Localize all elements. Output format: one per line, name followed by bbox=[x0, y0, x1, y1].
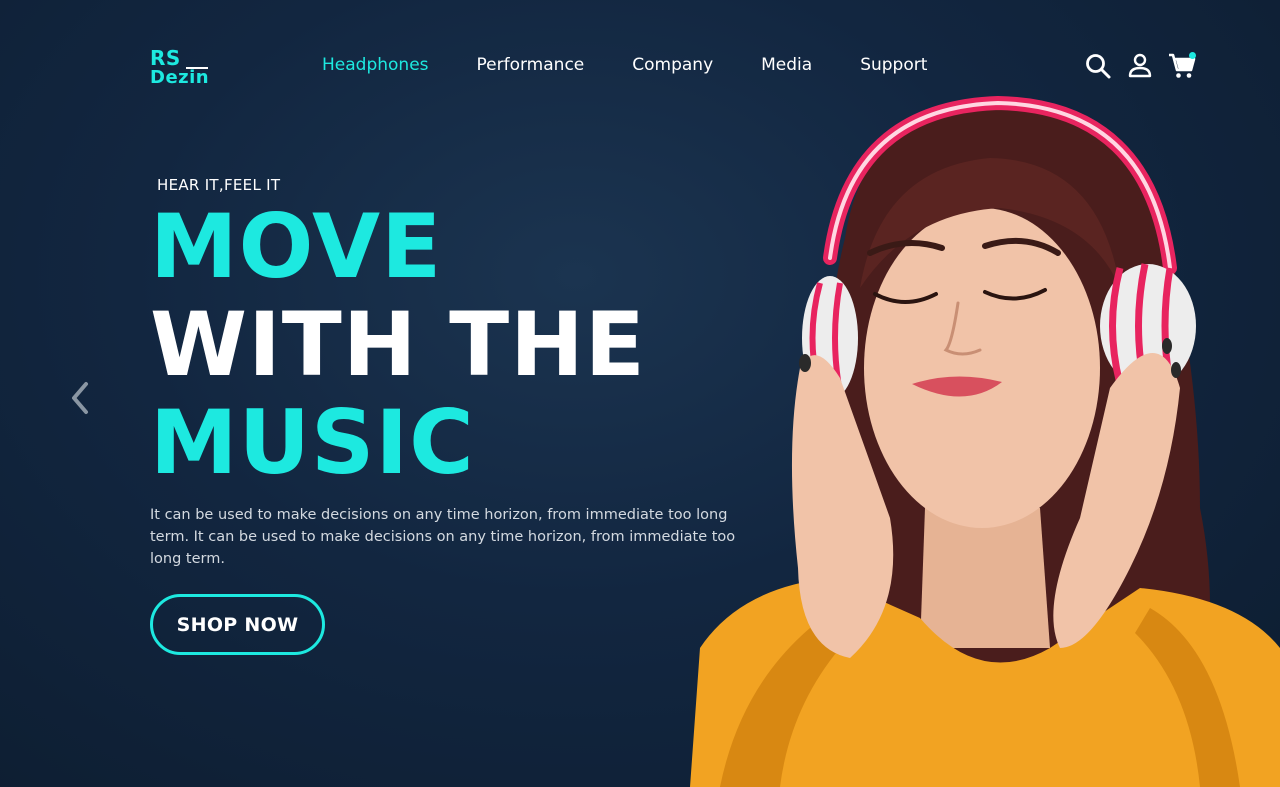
shop-now-button[interactable]: SHOP NOW bbox=[150, 594, 325, 655]
nav-item-company[interactable]: Company bbox=[632, 55, 713, 75]
prev-slide-chevron-left-icon[interactable] bbox=[64, 378, 96, 418]
nav-item-support[interactable]: Support bbox=[860, 55, 927, 75]
headline-line-3: MUSIC bbox=[150, 391, 475, 494]
brand-logo-line1: RS bbox=[150, 46, 181, 70]
nav-item-headphones[interactable]: Headphones bbox=[322, 55, 429, 75]
header-actions bbox=[1084, 52, 1196, 80]
brand-logo[interactable]: RS Dezin bbox=[150, 48, 209, 88]
headline-line-1: MOVE bbox=[150, 195, 443, 298]
brand-logo-dash bbox=[186, 67, 208, 69]
nav-item-media[interactable]: Media bbox=[761, 55, 812, 75]
hero-description: It can be used to make decisions on any … bbox=[150, 507, 736, 567]
main-nav: Headphones Performance Company Media Sup… bbox=[322, 55, 927, 75]
cart-icon[interactable] bbox=[1168, 52, 1196, 80]
user-icon[interactable] bbox=[1126, 52, 1154, 80]
hero-eyebrow: HEAR IT,FEEL IT bbox=[157, 176, 281, 194]
headline-line-2: WITH THE bbox=[150, 293, 646, 396]
search-icon[interactable] bbox=[1084, 52, 1112, 80]
hero-headline: MOVE WITH THE MUSIC bbox=[150, 198, 646, 492]
cart-badge-dot bbox=[1189, 52, 1196, 59]
nav-item-performance[interactable]: Performance bbox=[477, 55, 585, 75]
brand-logo-line2: Dezin bbox=[150, 67, 210, 88]
hero-image-woman-with-headphones bbox=[680, 88, 1280, 787]
